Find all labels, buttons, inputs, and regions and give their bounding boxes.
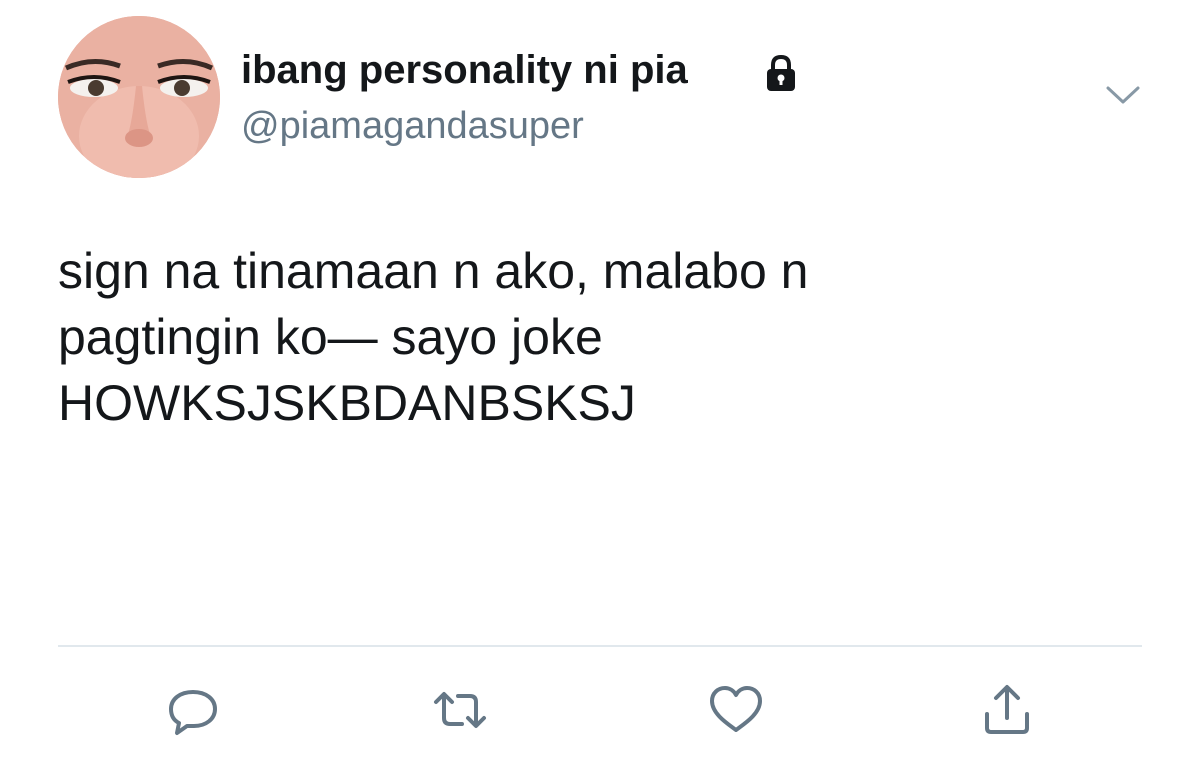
reply-button[interactable] xyxy=(163,680,223,740)
profile-photo xyxy=(58,16,220,178)
divider xyxy=(58,645,1142,647)
reply-icon xyxy=(169,690,217,735)
user-handle[interactable]: @piamagandasuper xyxy=(241,103,584,149)
tweet-text-line: pagtingin ko— sayo joke xyxy=(58,309,603,365)
share-icon xyxy=(985,685,1029,734)
tweet-text: sign na tinamaan n ako, malabo n pagting… xyxy=(58,238,1138,436)
like-button[interactable] xyxy=(706,680,766,740)
share-button[interactable] xyxy=(977,680,1037,740)
tweet-text-line: sign na tinamaan n ako, malabo n xyxy=(58,243,809,299)
display-name[interactable]: ibang personality ni pia xyxy=(241,46,688,94)
chevron-down-icon[interactable] xyxy=(1103,80,1143,110)
retweet-button[interactable] xyxy=(430,680,490,740)
heart-icon xyxy=(710,686,762,732)
avatar[interactable] xyxy=(58,16,220,178)
retweet-icon xyxy=(434,692,486,728)
lock-icon xyxy=(767,54,795,91)
tweet-text-line: HOWKSJSKBDANBSKSJ xyxy=(58,375,636,431)
